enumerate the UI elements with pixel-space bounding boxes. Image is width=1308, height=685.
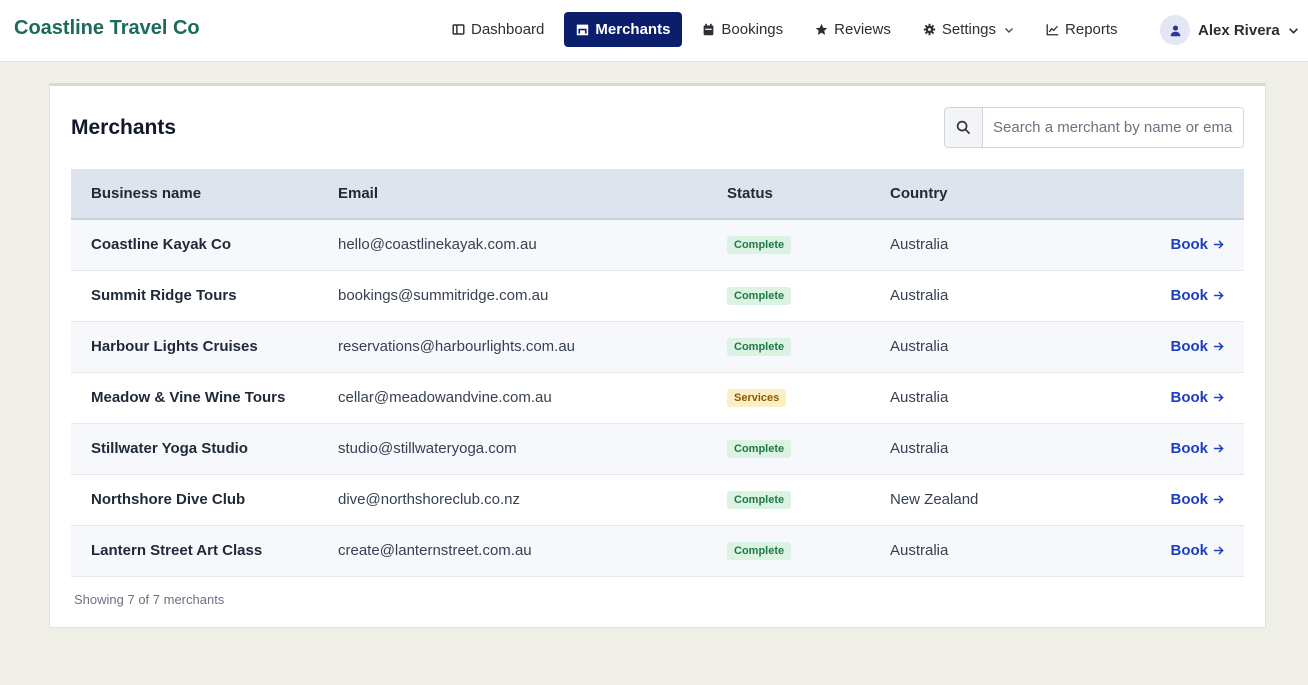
arrow-right-icon [1213,444,1224,453]
business-name: Meadow & Vine Wine Tours [91,389,286,406]
star-icon [815,23,828,35]
table-row: Coastline Kayak Co hello@coastlinekayak.… [71,219,1244,270]
status-badge: Complete [727,491,792,509]
store-icon [577,24,589,36]
book-link-label: Book [1170,542,1209,559]
column-header-country[interactable]: Country [890,169,1090,220]
user-menu[interactable]: Alex Rivera [1160,14,1299,46]
merchant-country: Australia [890,440,949,457]
arrow-right-icon [1213,240,1224,249]
nav-reviews-label: Reviews [834,21,891,38]
table-row: Harbour Lights Cruises reservations@harb… [71,321,1244,372]
merchant-country: Australia [890,389,949,406]
user-icon [1170,24,1180,36]
main-nav: Dashboard Merchants Bookings Reviews Set… [440,12,1138,47]
results-count: Showing 7 of 7 merchants [74,592,225,607]
merchant-email: reservations@harbourlights.com.au [338,338,576,355]
book-link[interactable]: Book [1171,440,1225,457]
top-navigation-bar: Coastline Travel Co Dashboard Merchants … [0,0,1308,62]
nav-bookings-label: Bookings [721,21,784,38]
nav-merchants-label: Merchants [595,21,671,38]
book-link-label: Book [1170,236,1209,254]
book-link[interactable]: Book [1171,389,1225,406]
book-link[interactable]: Book [1171,338,1225,355]
merchants-table: Business name Email Status Country Coast… [71,169,1244,577]
status-badge: Complete [727,440,792,458]
status-badge: Complete [727,338,792,356]
business-name: Northshore Dive Club [91,491,246,508]
book-link-label: Book [1170,491,1209,508]
arrow-right-icon [1213,291,1224,300]
book-link[interactable]: Book [1171,287,1225,304]
merchants-card: Merchants Business name Email Status Cou… [49,83,1266,628]
nav-dashboard[interactable]: Dashboard [440,12,556,47]
calendar-icon [704,23,714,36]
column-header-status[interactable]: Status [727,169,890,220]
column-header-email[interactable]: Email [318,169,727,220]
chevron-down-icon [1005,27,1014,33]
nav-dashboard-label: Dashboard [471,21,545,38]
nav-merchants[interactable]: Merchants [564,12,683,47]
business-name: Lantern Street Art Class [91,542,263,559]
status-badge: Services [727,389,787,407]
book-link[interactable]: Book [1171,236,1225,253]
chevron-down-icon [1288,27,1298,34]
table-row: Northshore Dive Club dive@northshoreclub… [71,474,1244,525]
merchant-email: cellar@meadowandvine.com.au [338,389,552,406]
nav-settings[interactable]: Settings [911,12,1026,47]
table-row: Meadow & Vine Wine Tours cellar@meadowan… [71,372,1244,423]
table-row: Lantern Street Art Class create@lanterns… [71,525,1244,576]
merchant-country: Australia [890,338,949,355]
column-header-business-name[interactable]: Business name [71,169,318,220]
business-name: Summit Ridge Tours [91,287,237,304]
table-header-row: Business name Email Status Country [71,169,1244,220]
nav-reports-label: Reports [1065,21,1118,38]
merchant-country: New Zealand [890,491,979,508]
nav-bookings[interactable]: Bookings [690,12,795,47]
avatar [1160,15,1190,45]
book-link-label: Book [1170,389,1209,406]
nav-reviews[interactable]: Reviews [803,12,903,47]
book-link-label: Book [1170,440,1209,457]
book-link-label: Book [1170,287,1209,304]
brand-logo[interactable]: Coastline Travel Co [14,17,200,40]
search-box [944,107,1244,148]
status-badge: Complete [727,236,792,255]
table-row: Summit Ridge Tours bookings@summitridge.… [71,270,1244,321]
dashboard-icon [452,24,465,35]
column-header-actions [1090,169,1244,220]
merchant-email: bookings@summitridge.com.au [338,287,549,304]
arrow-right-icon [1213,546,1224,555]
status-badge: Complete [727,542,792,560]
gear-icon [923,23,936,36]
nav-reports[interactable]: Reports [1034,12,1130,47]
book-link[interactable]: Book [1171,491,1225,508]
business-name: Coastline Kayak Co [91,236,232,254]
status-badge: Complete [727,287,792,305]
table-row: Stillwater Yoga Studio studio@stillwater… [71,423,1244,474]
book-link[interactable]: Book [1171,542,1225,559]
business-name: Stillwater Yoga Studio [91,440,248,457]
merchant-email: hello@coastlinekayak.com.au [338,236,537,254]
business-name: Harbour Lights Cruises [91,338,258,355]
arrow-right-icon [1213,393,1224,402]
page-title: Merchants [71,116,177,139]
arrow-right-icon [1213,342,1224,351]
merchant-email: dive@northshoreclub.co.nz [338,491,520,508]
merchant-country: Australia [890,236,949,254]
search-input[interactable] [983,108,1243,147]
chart-line-icon [1046,24,1059,36]
merchant-country: Australia [890,287,949,304]
search-icon [956,120,971,135]
merchant-email: studio@stillwateryoga.com [338,440,517,457]
search-button[interactable] [945,108,983,147]
book-link-label: Book [1170,338,1209,355]
merchant-country: Australia [890,542,949,559]
arrow-right-icon [1213,495,1224,504]
merchant-email: create@lanternstreet.com.au [338,542,532,559]
user-name: Alex Rivera [1198,21,1280,39]
nav-settings-label: Settings [941,21,997,38]
